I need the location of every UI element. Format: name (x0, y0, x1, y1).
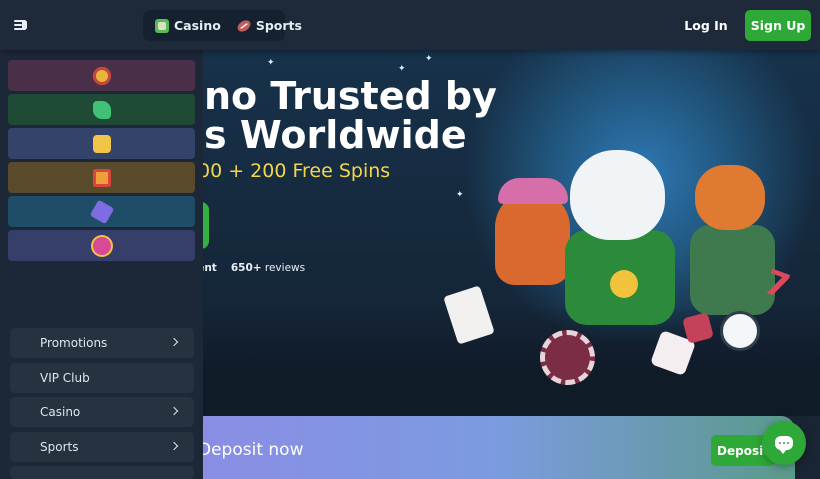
sidebar-item-vip-club[interactable]: VIP Club (10, 363, 194, 393)
sidebar-item-next[interactable] (10, 466, 194, 479)
sidebar-item-label: VIP Club (40, 371, 90, 385)
chat-icon (775, 436, 793, 454)
playing-card-icon (443, 285, 495, 345)
sidebar-item-sports[interactable]: Sports (10, 432, 194, 462)
chevron-right-icon (169, 441, 179, 451)
sidebar-tile-fruit[interactable] (8, 128, 195, 159)
sidebar-tile-ticket[interactable] (8, 196, 195, 227)
fox-mascot (495, 190, 570, 285)
sidebar-tile-wheel[interactable] (8, 60, 195, 91)
bitcoin-icon (610, 270, 638, 298)
sidebar-tile-gift[interactable] (8, 162, 195, 193)
top-header: Casino Sports Log In Sign Up (0, 0, 820, 50)
rating-row: llent 650+ reviews (190, 262, 305, 274)
sidebar-tile-jackpot[interactable] (8, 230, 195, 261)
hero-offer: 00 + 200 Free Spins (198, 160, 391, 182)
sidebar: Promotions VIP Club Casino Sports (0, 50, 203, 479)
product-switcher: Casino Sports (143, 10, 302, 41)
dragon-icon (92, 100, 111, 119)
sidebar-item-casino[interactable]: Casino (10, 397, 194, 427)
sidebar-item-label: Promotions (40, 336, 108, 350)
gift-icon (92, 168, 111, 187)
tiger-mascot (690, 225, 775, 315)
casino-switch-button[interactable]: Casino (149, 14, 227, 37)
mascots-illustration: 7 (440, 95, 820, 395)
deposit-banner-text: Deposit now (198, 440, 304, 460)
ticket-icon (89, 199, 114, 224)
chevron-right-icon (169, 406, 179, 416)
slot-machine-icon (155, 18, 169, 33)
login-button[interactable]: Log In (678, 11, 734, 40)
sidebar-item-label: Casino (40, 405, 81, 419)
jackpot-icon (92, 236, 111, 255)
soccer-ball-icon (720, 311, 760, 351)
live-chat-button[interactable] (762, 421, 806, 465)
football-icon (235, 17, 253, 34)
menu-collapse-icon[interactable] (14, 17, 30, 33)
reviews-text: 650+ reviews (231, 262, 305, 274)
sidebar-item-promotions[interactable]: Promotions (10, 328, 194, 358)
casino-switch-label: Casino (174, 18, 221, 33)
chevron-right-icon (169, 337, 179, 347)
sparkle-icon: ✦ (425, 54, 433, 64)
reviews-count: 650+ (230, 262, 262, 274)
sports-switch-label: Sports (255, 18, 302, 33)
sparkle-icon: ✦ (267, 58, 275, 68)
reviews-label: reviews (264, 262, 306, 274)
hero-headline-line2: s Worldwide (204, 113, 467, 157)
sports-switch-button[interactable]: Sports (231, 14, 308, 37)
fruit-icon (92, 134, 111, 153)
wheel-icon (92, 66, 111, 85)
sidebar-item-label: Sports (40, 440, 79, 454)
dice-icon (682, 312, 714, 344)
sidebar-tile-dragon[interactable] (8, 94, 195, 125)
sparkle-icon: ✦ (398, 64, 406, 74)
signup-button[interactable]: Sign Up (745, 10, 811, 41)
poker-chip-icon (540, 330, 595, 385)
hero-headline: no Trusted by (204, 74, 497, 118)
